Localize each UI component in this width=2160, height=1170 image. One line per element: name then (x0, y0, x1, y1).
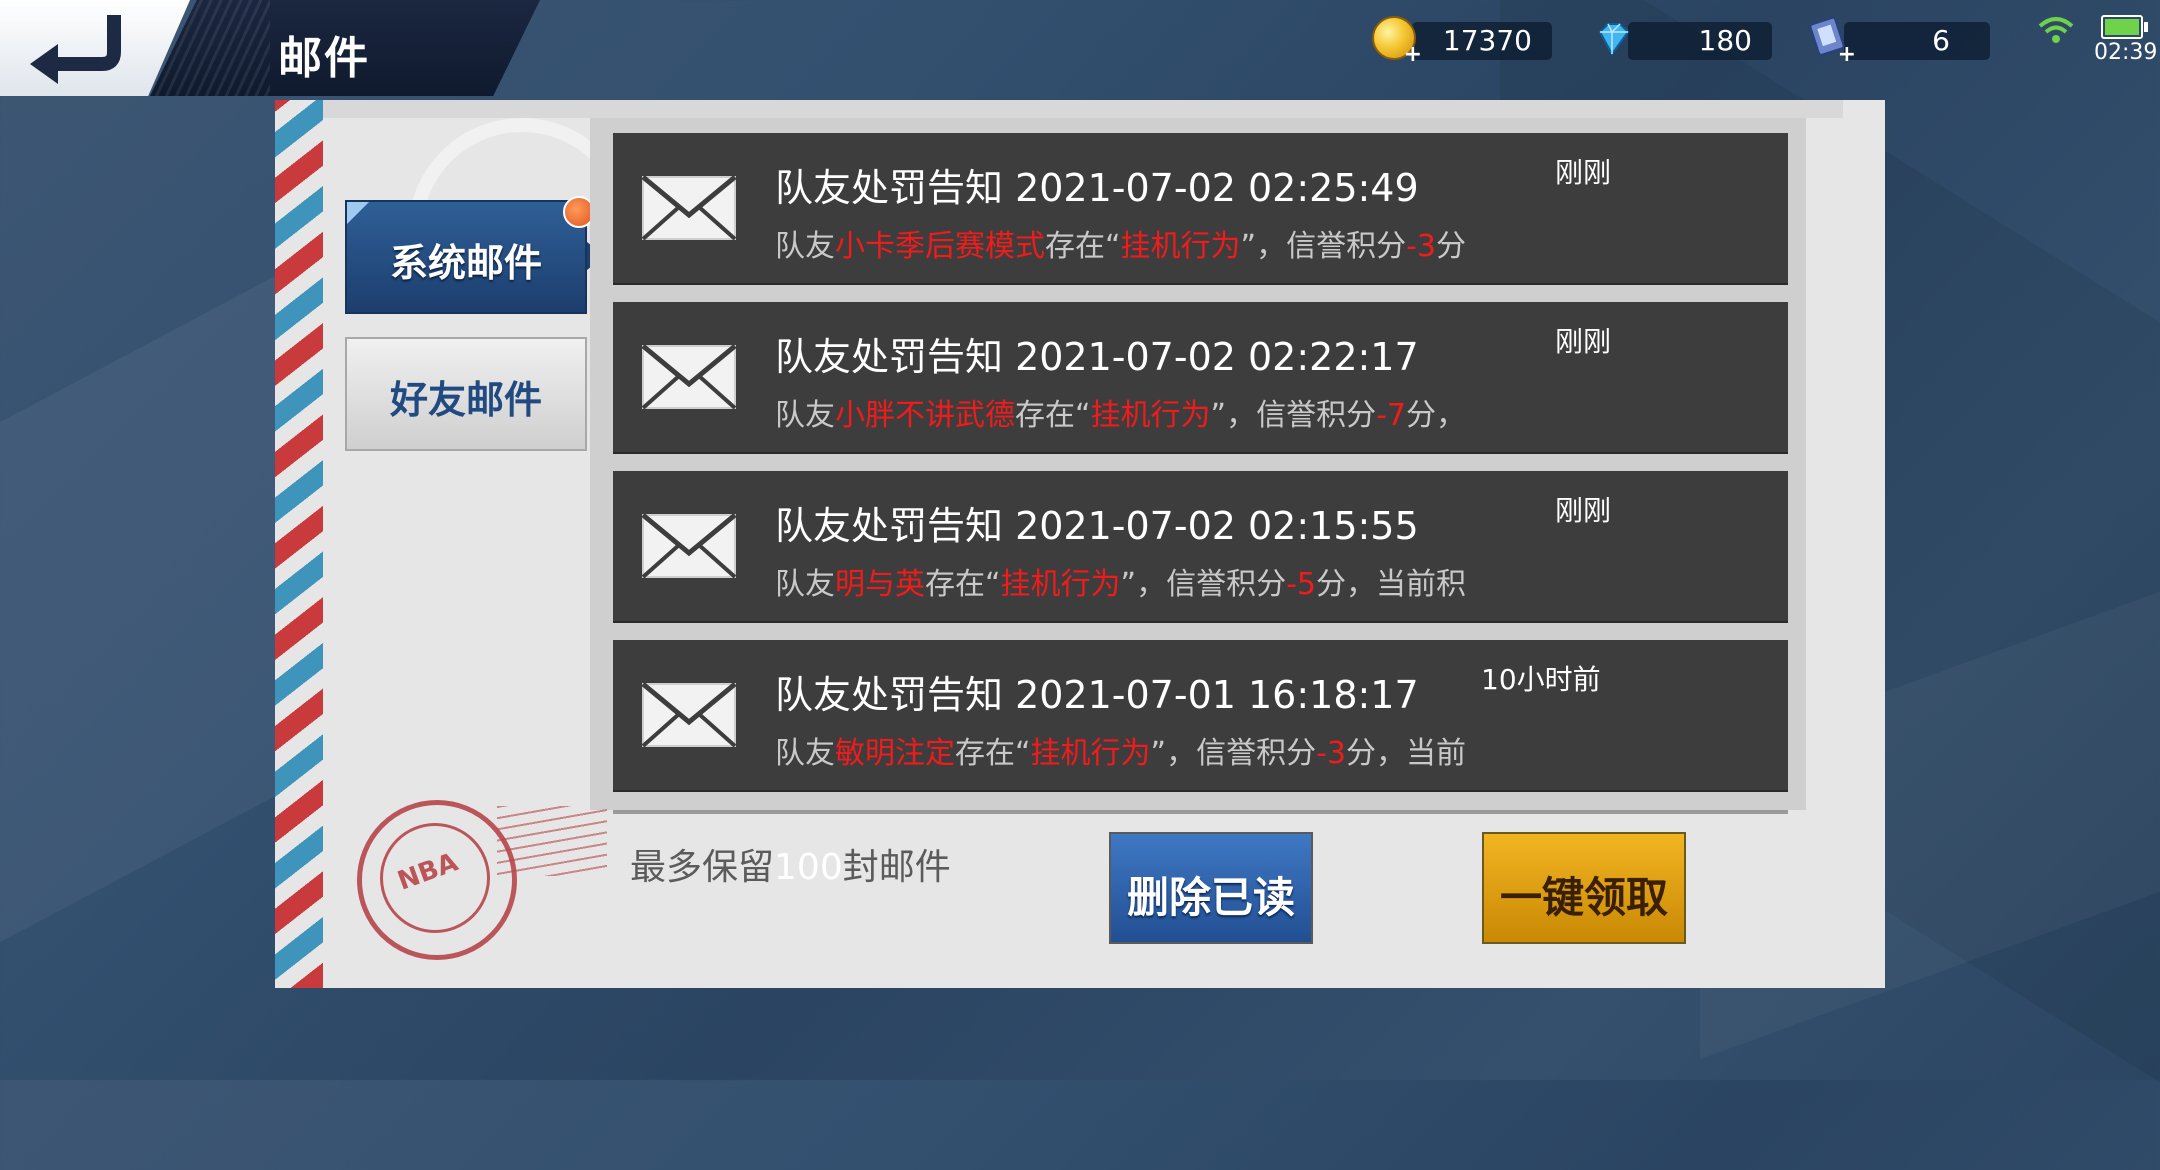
mail-item[interactable]: 队友处罚告知 2021-07-02 02:22:17 刚刚 队友小胖不讲武德存在… (613, 302, 1788, 452)
delete-read-label: 删除已读 (1126, 873, 1295, 922)
diamond-value: 180 (1698, 24, 1752, 57)
diamond-counter: 180 (1628, 22, 1772, 60)
mail-preview: 队友明与英存在“挂机行为”，信誉积分-5分，当前积 (775, 567, 1467, 602)
mail-time-ago: 刚刚 (1555, 156, 1612, 189)
mail-time-ago: 刚刚 (1555, 325, 1612, 358)
mail-title: 队友处罚告知 2021-07-02 02:15:55 (775, 504, 1419, 548)
battery-icon (2101, 15, 2148, 39)
nba-postmark-stamp: NBA (357, 800, 517, 960)
wifi-icon (2038, 17, 2074, 43)
top-bar: 邮件 17370 + 180 6 + 02:39 (0, 0, 2160, 96)
tab-system-mail[interactable]: 系统邮件 (345, 200, 605, 314)
diamond-icon[interactable] (1592, 18, 1632, 62)
ticket-value: 6 (1932, 24, 1950, 57)
gold-coin-icon[interactable]: + (1372, 16, 1422, 66)
tab-friend-mail[interactable]: 好友邮件 (345, 337, 587, 451)
mail-title: 队友处罚告知 2021-07-02 02:22:17 (775, 335, 1419, 379)
claim-all-button[interactable]: 一键领取 (1482, 832, 1686, 944)
ticket-counter: 6 (1844, 22, 1990, 60)
add-ticket-icon[interactable]: + (1838, 44, 1856, 66)
postmark-waves (497, 806, 607, 876)
mail-preview: 队友小卡季后赛模式存在“挂机行为”，信誉积分-3分 (775, 229, 1467, 264)
envelope-icon (641, 513, 737, 579)
mail-preview: 队友敏明注定存在“挂机行为”，信誉积分-3分，当前 (775, 736, 1467, 771)
envelope-top-edge (323, 100, 1843, 118)
status-time: 02:39 (2094, 40, 2158, 65)
mail-title: 队友处罚告知 2021-07-02 02:25:49 (775, 166, 1419, 210)
mail-title: 队友处罚告知 2021-07-01 16:18:17 (775, 673, 1419, 717)
mail-item[interactable]: 队友处罚告知 2021-07-02 02:15:55 刚刚 队友明与英存在“挂机… (613, 471, 1788, 621)
mail-time-ago: 刚刚 (1555, 494, 1612, 527)
page-title: 邮件 (278, 33, 370, 84)
mail-item[interactable]: 队友处罚告知 2021-07-01 16:18:17 10小时前 队友敏明注定存… (613, 640, 1788, 790)
mail-limit-note: 最多保留100封邮件 (630, 847, 951, 888)
envelope-icon (641, 682, 737, 748)
mail-item[interactable]: 队友处罚告知 2021-07-02 02:25:49 刚刚 队友小卡季后赛模式存… (613, 133, 1788, 283)
claim-all-label: 一键领取 (1499, 873, 1668, 922)
tab-label: 好友邮件 (389, 378, 542, 422)
ticket-icon[interactable]: + (1808, 14, 1856, 66)
airmail-stripes (275, 100, 323, 988)
mail-preview: 队友小胖不讲武德存在“挂机行为”，信誉积分-7分， (775, 398, 1467, 433)
envelope-zigzag-edge (1868, 100, 1902, 988)
add-coin-icon[interactable]: + (1404, 44, 1422, 66)
envelope-icon (641, 175, 737, 241)
envelope-icon (641, 344, 737, 410)
coin-value: 17370 (1442, 24, 1532, 57)
list-divider (613, 810, 1788, 814)
tab-label: 系统邮件 (389, 241, 542, 285)
coin-counter: 17370 (1412, 22, 1552, 60)
back-arrow-icon (30, 15, 121, 84)
delete-read-button[interactable]: 删除已读 (1109, 832, 1313, 944)
mail-time-ago: 10小时前 (1481, 663, 1601, 696)
